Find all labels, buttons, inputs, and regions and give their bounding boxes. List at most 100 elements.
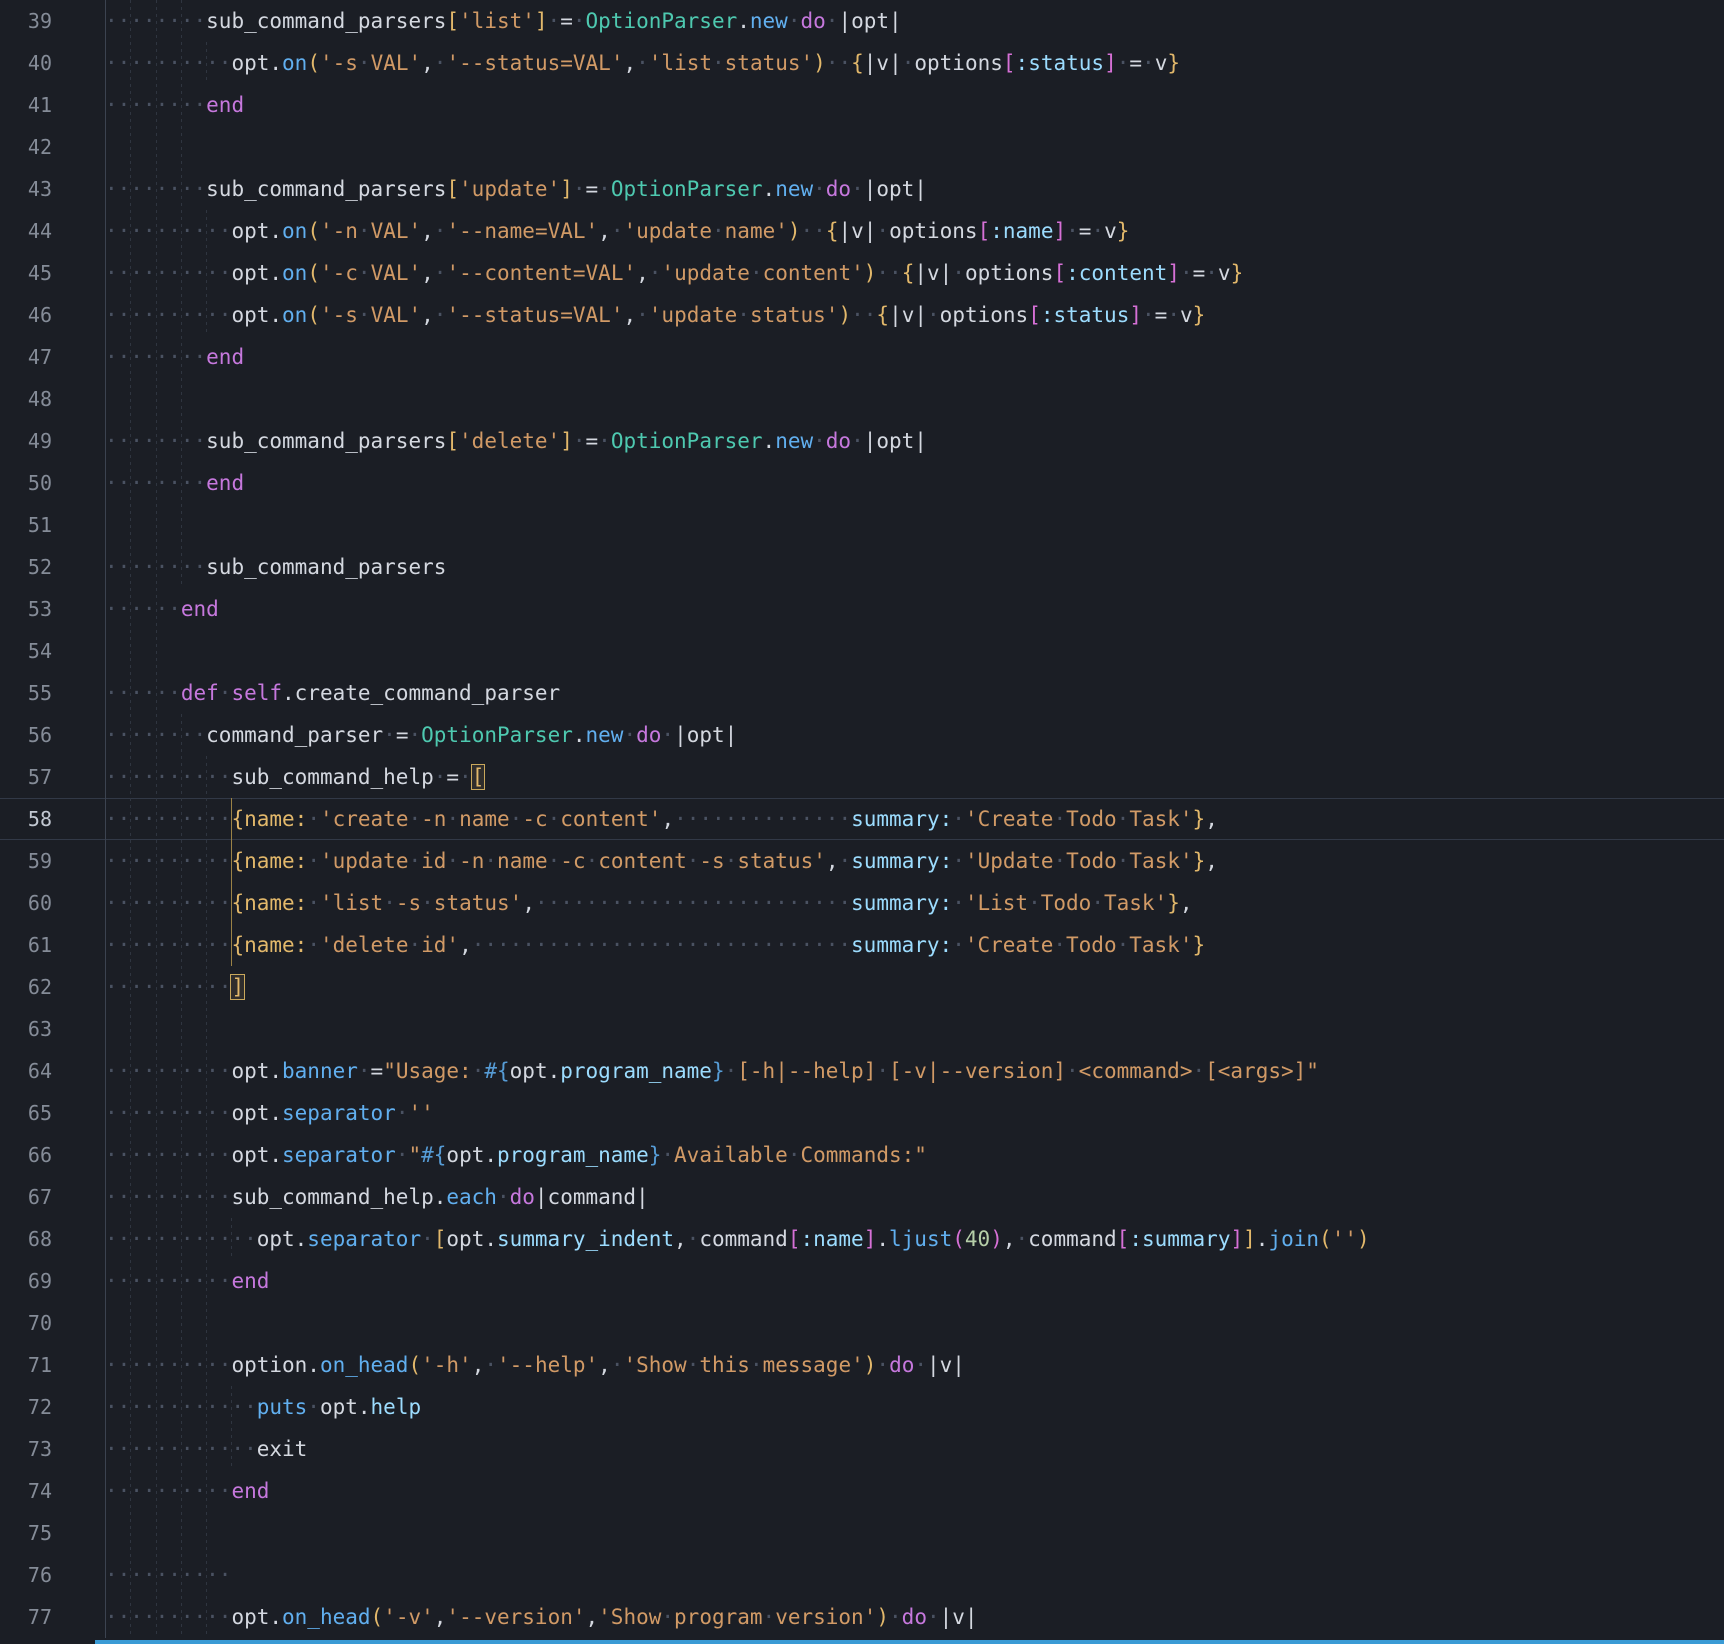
line-number[interactable]: 63 (0, 1008, 52, 1050)
code-token: ( (1319, 1227, 1332, 1251)
code-editor[interactable]: 39 ········sub_command_parsers['list']·=·… (0, 0, 1724, 1644)
code-line[interactable]: 51 (0, 504, 1724, 546)
whitespace-dots: ·········· (105, 933, 232, 957)
line-number[interactable]: 70 (0, 1302, 52, 1344)
line-number[interactable]: 53 (0, 588, 52, 630)
code-line[interactable]: 76 ·········· (0, 1554, 1724, 1596)
line-number[interactable]: 50 (0, 462, 52, 504)
code-line[interactable]: 70 (0, 1302, 1724, 1344)
code-line[interactable]: 45 ··········opt.on('-c·VAL',·'--content=… (0, 252, 1724, 294)
line-number[interactable]: 43 (0, 168, 52, 210)
code-line[interactable]: 66 ··········opt.separator·"#{opt.program… (0, 1134, 1724, 1176)
line-number[interactable]: 44 (0, 210, 52, 252)
line-number[interactable]: 65 (0, 1092, 52, 1134)
code-line[interactable]: 62 ··········] (0, 966, 1724, 1008)
code-line[interactable]: 65 ··········opt.separator·'' (0, 1092, 1724, 1134)
code-line[interactable]: 42 (0, 126, 1724, 168)
code-line[interactable]: 59 ··········{name:·'update·id·-n·name·-c… (0, 840, 1724, 882)
whitespace-dots: ·· (876, 261, 902, 285)
code-line[interactable]: 69 ··········end (0, 1260, 1724, 1302)
code-token: '-c·VAL' (319, 261, 422, 285)
code-line[interactable]: 54 (0, 630, 1724, 672)
whitespace-dots: · (484, 1353, 498, 1377)
code-line[interactable]: 49 ········sub_command_parsers['delete']·… (0, 420, 1724, 462)
code-line[interactable]: 55 ······def·self.create_command_parser (0, 672, 1724, 714)
whitespace-dots: ········ (105, 555, 207, 579)
line-number[interactable]: 58 (0, 798, 52, 840)
code-token: } (1192, 807, 1206, 831)
code-token: " (408, 1143, 422, 1167)
line-number[interactable]: 59 (0, 840, 52, 882)
line-number[interactable]: 66 (0, 1134, 52, 1176)
code-line[interactable]: 75 (0, 1512, 1724, 1554)
code-line[interactable]: 77 ··········opt.on_head('-v','--version'… (0, 1596, 1724, 1638)
line-number[interactable]: 46 (0, 294, 52, 336)
whitespace-dots: · (686, 1227, 700, 1251)
code-line[interactable]: 52 ········sub_command_parsers (0, 546, 1724, 588)
code-line[interactable]: 56 ········command_parser·=·OptionParser.… (0, 714, 1724, 756)
line-number[interactable]: 71 (0, 1344, 52, 1386)
code-line[interactable]: 72 ············puts·opt.help (0, 1386, 1724, 1428)
code-line[interactable]: 41 ········end (0, 84, 1724, 126)
line-number[interactable]: 42 (0, 126, 52, 168)
code-line[interactable]: 74 ··········end (0, 1470, 1724, 1512)
code-line[interactable]: 71 ··········option.on_head('-h',·'--help… (0, 1344, 1724, 1386)
code-line[interactable]: 53 ······end (0, 588, 1724, 630)
code-line[interactable]: 67 ··········sub_command_help.each·do|com… (0, 1176, 1724, 1218)
line-number[interactable]: 69 (0, 1260, 52, 1302)
code-line[interactable]: 48 (0, 378, 1724, 420)
line-number[interactable]: 41 (0, 84, 52, 126)
line-number[interactable]: 49 (0, 420, 52, 462)
line-number[interactable]: 45 (0, 252, 52, 294)
code-line[interactable]: 58 ··········{name:·'create·-n·name·-c·co… (0, 798, 1724, 840)
code-token: ,· (623, 51, 649, 75)
line-number[interactable]: 61 (0, 924, 52, 966)
code-token: name: (244, 849, 308, 873)
code-line[interactable]: 44 ··········opt.on('-n·VAL',·'--name=VAL… (0, 210, 1724, 252)
code-line[interactable]: 60 ··········{name:·'list·-s·status',····… (0, 882, 1724, 924)
code-token: separator (282, 1101, 396, 1125)
line-number[interactable]: 51 (0, 504, 52, 546)
line-number[interactable]: 52 (0, 546, 52, 588)
code-line[interactable]: 50 ········end (0, 462, 1724, 504)
line-number[interactable]: 73 (0, 1428, 52, 1470)
whitespace-dots: · (395, 1143, 409, 1167)
editor-bottom-border (95, 1640, 1724, 1644)
line-number[interactable]: 76 (0, 1554, 52, 1596)
line-number[interactable]: 56 (0, 714, 52, 756)
code-line[interactable]: 73 ············exit (0, 1428, 1724, 1470)
code-line[interactable]: 68 ············opt.separator·[opt.summary… (0, 1218, 1724, 1260)
line-number[interactable]: 74 (0, 1470, 52, 1512)
code-line[interactable]: 46 ··········opt.on('-s·VAL',·'--status=V… (0, 294, 1724, 336)
line-number[interactable]: 48 (0, 378, 52, 420)
code-line[interactable]: 57 ··········sub_command_help·=·[ (0, 756, 1724, 798)
line-number[interactable]: 62 (0, 966, 52, 1008)
line-number[interactable]: 60 (0, 882, 52, 924)
code-token: · (307, 933, 320, 957)
code-line[interactable]: 43 ········sub_command_parsers['update']·… (0, 168, 1724, 210)
line-number[interactable]: 68 (0, 1218, 52, 1260)
code-token: ·=· (547, 9, 586, 33)
code-line[interactable]: 40 ··········opt.on('-s·VAL',·'--status=V… (0, 42, 1724, 84)
line-number[interactable]: 67 (0, 1176, 52, 1218)
code-token: ( (307, 51, 320, 75)
code-token: · (952, 933, 965, 957)
code-token: end (180, 597, 219, 621)
line-number[interactable]: 57 (0, 756, 52, 798)
code-line[interactable]: 64 ··········opt.banner·="Usage:·#{opt.pr… (0, 1050, 1724, 1092)
code-line[interactable]: 47 ········end (0, 336, 1724, 378)
code-line[interactable]: 39 ········sub_command_parsers['list']·=·… (0, 0, 1724, 42)
code-line[interactable]: 61 ··········{name:·'delete·id',·········… (0, 924, 1724, 966)
line-number[interactable]: 77 (0, 1596, 52, 1638)
whitespace-dots: · (787, 9, 801, 33)
line-number[interactable]: 72 (0, 1386, 52, 1428)
code-line[interactable]: 63 (0, 1008, 1724, 1050)
code-token: sub_command_parsers (206, 177, 447, 201)
line-number[interactable]: 40 (0, 42, 52, 84)
line-number[interactable]: 64 (0, 1050, 52, 1092)
line-number[interactable]: 39 (0, 0, 52, 42)
line-number[interactable]: 47 (0, 336, 52, 378)
line-number[interactable]: 55 (0, 672, 52, 714)
line-number[interactable]: 75 (0, 1512, 52, 1554)
line-number[interactable]: 54 (0, 630, 52, 672)
